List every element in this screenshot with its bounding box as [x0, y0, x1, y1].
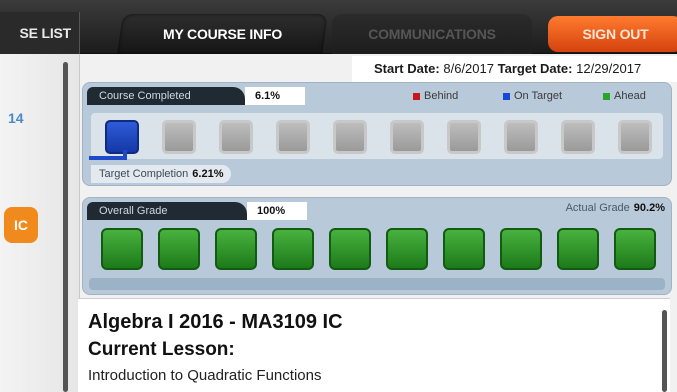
course-info-card: Algebra I 2016 - MA3109 IC Current Lesso…: [78, 298, 670, 392]
grade-box[interactable]: [329, 228, 371, 270]
grade-box[interactable]: [614, 228, 656, 270]
lesson-progress-row: [91, 113, 663, 159]
grade-box[interactable]: [443, 228, 485, 270]
target-date-label: Target Date:: [497, 61, 573, 76]
legend-behind-label: Behind: [424, 90, 459, 102]
target-completion: Target Completion 6.21%: [91, 165, 232, 183]
on-target-swatch-icon: [503, 92, 510, 100]
lesson-box[interactable]: [561, 120, 595, 154]
course-completed-label: Course Completed: [87, 87, 245, 105]
grade-box[interactable]: [272, 228, 314, 270]
lesson-box[interactable]: [618, 120, 652, 154]
lesson-box[interactable]: [276, 120, 310, 154]
legend-behind: Behind: [413, 90, 458, 102]
target-completion-percent: 6.21%: [192, 168, 224, 180]
tab-course-list[interactable]: SE LIST: [0, 12, 80, 54]
course-list-item-badge[interactable]: IC: [4, 207, 38, 243]
actual-grade-label: Actual Grade: [565, 202, 630, 214]
lesson-box[interactable]: [105, 120, 139, 154]
start-date-value: 8/6/2017: [443, 61, 494, 76]
grade-panel-footer: [89, 278, 665, 290]
legend-ahead: Ahead: [603, 90, 646, 102]
course-list-scrollbar[interactable]: [63, 62, 68, 392]
target-date-value: 12/29/2017: [576, 61, 642, 76]
lesson-box[interactable]: [333, 120, 367, 154]
start-date-label: Start Date:: [374, 61, 440, 76]
legend-on-target: On Target: [503, 90, 562, 102]
tab-my-course-info[interactable]: MY COURSE INFO: [117, 14, 328, 54]
target-completion-marker: [123, 150, 127, 160]
behind-swatch-icon: [413, 92, 420, 100]
grade-box[interactable]: [158, 228, 200, 270]
lesson-box[interactable]: [390, 120, 424, 154]
lesson-box[interactable]: [447, 120, 481, 154]
course-dates: Start Date: 8/6/2017 Target Date: 12/29/…: [352, 56, 677, 82]
grade-box[interactable]: [215, 228, 257, 270]
course-list-item-number[interactable]: 14: [8, 110, 24, 126]
grade-box[interactable]: [500, 228, 542, 270]
actual-grade-value: 90.2%: [633, 202, 665, 214]
lesson-box[interactable]: [219, 120, 253, 154]
current-lesson-name[interactable]: Introduction to Quadratic Functions: [88, 367, 321, 384]
course-completed-panel: Course Completed 6.1% Behind On Target A…: [82, 82, 672, 186]
legend-ahead-label: Ahead: [614, 90, 646, 102]
overall-grade-label: Overall Grade: [87, 202, 247, 220]
actual-grade: Actual Grade 90.2%: [566, 202, 665, 214]
overall-grade-percent: 100%: [247, 202, 307, 220]
grade-box[interactable]: [101, 228, 143, 270]
target-completion-bar: [89, 156, 127, 160]
sign-out-button[interactable]: SIGN OUT: [548, 16, 677, 52]
lesson-box[interactable]: [504, 120, 538, 154]
legend-on-target-label: On Target: [514, 90, 563, 102]
content-scrollbar[interactable]: [662, 310, 667, 392]
overall-grade-panel: Overall Grade 100% Actual Grade 90.2%: [82, 197, 672, 295]
grade-box-row: [91, 224, 663, 276]
grade-box[interactable]: [557, 228, 599, 270]
lesson-box[interactable]: [162, 120, 196, 154]
course-title: Algebra I 2016 - MA3109 IC: [88, 311, 343, 333]
ahead-swatch-icon: [603, 92, 610, 100]
tab-communications[interactable]: COMMUNICATIONS: [332, 14, 532, 54]
course-completed-percent: 6.1%: [245, 87, 305, 105]
target-completion-label: Target Completion: [99, 168, 189, 180]
tab-my-course-info-label: MY COURSE INFO: [162, 26, 283, 42]
current-lesson-label: Current Lesson:: [88, 339, 235, 360]
grade-box[interactable]: [386, 228, 428, 270]
